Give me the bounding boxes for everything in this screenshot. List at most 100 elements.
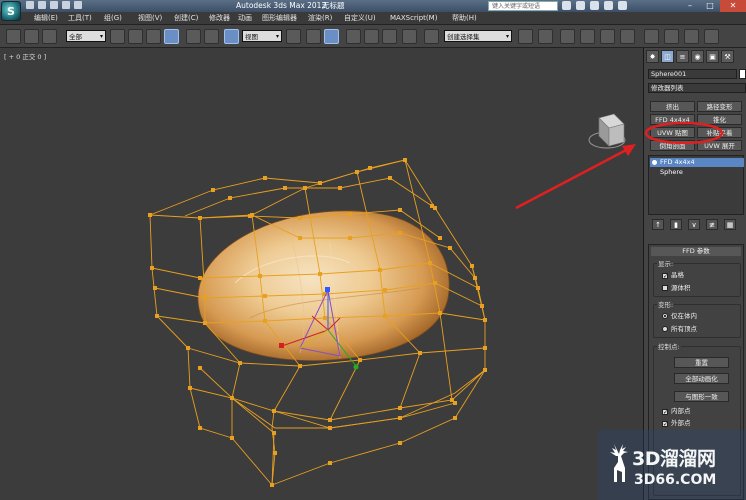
lattice-point[interactable]: [483, 346, 487, 350]
create-tab-icon[interactable]: ✸: [646, 50, 659, 63]
outside-points-checkbox[interactable]: ✓ 外部点: [662, 419, 691, 428]
named-selection-dropdown[interactable]: 创建选择集: [444, 30, 512, 43]
lattice-point[interactable]: [473, 276, 477, 280]
select-link-icon[interactable]: [6, 29, 21, 44]
motion-tab-icon[interactable]: ◉: [691, 50, 704, 63]
lattice-point[interactable]: [398, 441, 402, 445]
lattice-point[interactable]: [398, 208, 402, 212]
display-tab-icon[interactable]: ▣: [706, 50, 719, 63]
menu-animation[interactable]: 动画: [238, 12, 252, 25]
lattice-point[interactable]: [348, 212, 352, 216]
lattice-point[interactable]: [388, 176, 392, 180]
lattice-point[interactable]: [230, 436, 234, 440]
lattice-point[interactable]: [186, 346, 190, 350]
lattice-point[interactable]: [428, 261, 432, 265]
menu-maxscript[interactable]: MAXScript(M): [390, 12, 437, 25]
redo-icon[interactable]: [74, 1, 82, 9]
spinner-snap-icon[interactable]: [402, 29, 417, 44]
mirror-icon[interactable]: [518, 29, 533, 44]
lattice-point[interactable]: [403, 158, 407, 162]
lattice-point[interactable]: [383, 288, 387, 292]
configure-modifier-sets-icon[interactable]: ▦: [724, 219, 736, 230]
select-rotate-icon[interactable]: [204, 29, 219, 44]
graphite-ribbon-icon[interactable]: [580, 29, 595, 44]
window-crossing-icon[interactable]: [164, 29, 179, 44]
unlink-icon[interactable]: [24, 29, 39, 44]
layer-manager-icon[interactable]: [560, 29, 575, 44]
lattice-point[interactable]: [483, 318, 487, 322]
lattice-point[interactable]: [328, 418, 332, 422]
lattice-point[interactable]: [272, 431, 276, 435]
lattice-point[interactable]: [368, 166, 372, 170]
app-logo-icon[interactable]: S: [1, 1, 21, 21]
lattice-point[interactable]: [318, 181, 322, 185]
lattice-point[interactable]: [318, 272, 322, 276]
favorites-icon[interactable]: [604, 1, 613, 10]
menu-customize[interactable]: 自定义(U): [344, 12, 376, 25]
lattice-point[interactable]: [203, 296, 207, 300]
select-scale-icon[interactable]: [224, 29, 239, 44]
menu-tools[interactable]: 工具(T): [68, 12, 92, 25]
lattice-point[interactable]: [283, 186, 287, 190]
select-move-icon[interactable]: [186, 29, 201, 44]
keyboard-shortcut-toggle-icon[interactable]: [324, 29, 339, 44]
maximize-icon[interactable]: □: [700, 0, 720, 12]
lattice-point[interactable]: [470, 264, 474, 268]
lattice-point[interactable]: [273, 451, 277, 455]
lattice-point[interactable]: [448, 246, 452, 250]
conform-to-shape-button[interactable]: 与图形一致: [674, 391, 729, 402]
lattice-point[interactable]: [438, 236, 442, 240]
select-manipulate-icon[interactable]: [306, 29, 321, 44]
snaps-toggle-icon[interactable]: [346, 29, 361, 44]
lattice-checkbox[interactable]: ✓ 晶格: [662, 271, 684, 280]
material-editor-icon[interactable]: [644, 29, 659, 44]
rollout-title[interactable]: FFD 参数: [651, 247, 741, 256]
select-object-icon[interactable]: [110, 29, 125, 44]
inside-points-checkbox[interactable]: ✓ 内部点: [662, 407, 691, 416]
lattice-point[interactable]: [338, 186, 342, 190]
lattice-point[interactable]: [383, 314, 387, 318]
pin-stack-icon[interactable]: ↑: [652, 219, 664, 230]
object-name-field[interactable]: Sphere001: [648, 69, 737, 79]
lattice-point[interactable]: [211, 188, 215, 192]
lattice-point[interactable]: [230, 396, 234, 400]
lattice-point[interactable]: [398, 231, 402, 235]
object-color-swatch[interactable]: [739, 69, 746, 79]
lattice-point[interactable]: [198, 276, 202, 280]
lattice-point[interactable]: [188, 386, 192, 390]
animate-all-button[interactable]: 全部动画化: [674, 373, 729, 384]
menu-group[interactable]: 组(G): [104, 12, 122, 25]
save-icon[interactable]: [50, 1, 58, 9]
reference-coordinate-dropdown[interactable]: 视图: [242, 30, 282, 43]
lattice-point[interactable]: [155, 314, 159, 318]
lattice-point[interactable]: [150, 266, 154, 270]
align-icon[interactable]: [538, 29, 553, 44]
perspective-viewport[interactable]: [ + 0 正交 0 ]: [0, 48, 644, 500]
lattice-point[interactable]: [248, 214, 252, 218]
source-volume-checkbox[interactable]: 源体积: [662, 284, 691, 292]
subscription-icon[interactable]: [576, 1, 585, 10]
menu-help[interactable]: 帮助(H): [452, 12, 477, 25]
lattice-point[interactable]: [433, 281, 437, 285]
open-file-icon[interactable]: [38, 1, 46, 9]
close-icon[interactable]: ✕: [720, 0, 746, 12]
utilities-tab-icon[interactable]: ⚒: [721, 50, 734, 63]
modify-tab-icon[interactable]: ◫: [661, 50, 674, 63]
menu-edit[interactable]: 编辑(E): [34, 12, 58, 25]
lattice-point[interactable]: [298, 364, 302, 368]
lattice-point[interactable]: [263, 319, 267, 323]
lattice-point[interactable]: [198, 216, 202, 220]
lattice-point[interactable]: [303, 186, 307, 190]
new-file-icon[interactable]: [26, 1, 34, 9]
rectangular-selection-icon[interactable]: [146, 29, 161, 44]
select-by-name-icon[interactable]: [128, 29, 143, 44]
modifier-button-path-deform[interactable]: 路径变形: [697, 101, 742, 112]
lattice-point[interactable]: [298, 216, 302, 220]
rendered-frame-window-icon[interactable]: [684, 29, 699, 44]
menu-create[interactable]: 创建(C): [174, 12, 198, 25]
lattice-point[interactable]: [453, 401, 457, 405]
modifier-list-dropdown[interactable]: 修改器列表: [648, 83, 746, 93]
lattice-point[interactable]: [398, 416, 402, 420]
lattice-point[interactable]: [430, 204, 434, 208]
all-vertices-radio[interactable]: 所有顶点: [662, 325, 697, 333]
